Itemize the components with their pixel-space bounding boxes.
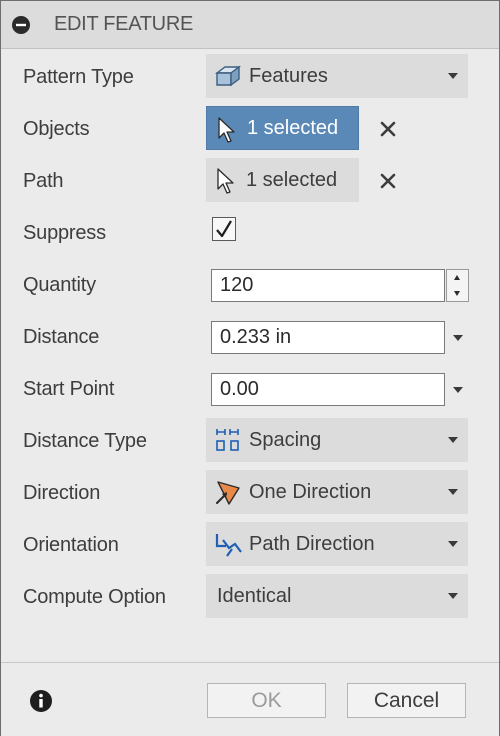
pattern-type-value: Features	[249, 65, 328, 87]
start-point-label: Start Point	[23, 378, 115, 400]
distance-type-label: Distance Type	[23, 430, 147, 452]
row-pattern-type: Pattern Type Features	[1, 51, 499, 103]
compute-option-dropdown[interactable]: Identical	[206, 574, 468, 618]
path-selection-button[interactable]: 1 selected	[206, 158, 359, 202]
row-compute-option: Compute Option Identical	[1, 571, 499, 623]
path-label: Path	[23, 170, 64, 192]
row-direction: Direction One Direction	[1, 467, 499, 519]
suppress-label: Suppress	[23, 222, 106, 244]
row-distance: Distance 0.233 in	[1, 311, 499, 363]
start-point-input[interactable]: 0.00	[211, 373, 445, 406]
checkmark-icon	[216, 220, 232, 238]
row-quantity: Quantity 120	[1, 259, 499, 311]
path-direction-icon	[215, 534, 242, 557]
row-objects: Objects 1 selected	[1, 103, 499, 155]
one-direction-icon	[216, 481, 240, 505]
dialog-title: EDIT FEATURE	[54, 13, 194, 35]
row-start-point: Start Point 0.00	[1, 363, 499, 415]
collapse-icon[interactable]	[12, 16, 30, 34]
objects-selection-button[interactable]: 1 selected	[206, 106, 359, 150]
objects-label: Objects	[23, 118, 90, 140]
distance-value: 0.233 in	[220, 326, 292, 348]
start-point-dropdown-chevron-down-icon[interactable]	[453, 387, 463, 393]
suppress-checkbox[interactable]	[212, 217, 236, 241]
dialog-footer: OK Cancel	[1, 662, 499, 736]
distance-label: Distance	[23, 326, 100, 348]
chevron-down-icon	[448, 437, 458, 443]
orientation-label: Orientation	[23, 534, 119, 556]
stepper-up-icon[interactable]	[454, 275, 460, 280]
stepper-down-icon[interactable]	[454, 291, 460, 296]
distance-type-value: Spacing	[249, 429, 322, 451]
distance-input[interactable]: 0.233 in	[211, 321, 445, 354]
spacing-icon	[216, 429, 239, 451]
pattern-type-dropdown[interactable]: Features	[206, 54, 468, 98]
objects-selection-value: 1 selected	[247, 117, 339, 139]
edit-feature-dialog: EDIT FEATURE Pattern Type Features Objec…	[0, 0, 500, 736]
quantity-input[interactable]: 120	[211, 269, 445, 302]
row-orientation: Orientation Path Direction	[1, 519, 499, 571]
box-feature-icon	[214, 65, 242, 87]
distance-type-dropdown[interactable]: Spacing	[206, 418, 468, 462]
clear-objects-x-icon[interactable]	[379, 120, 397, 138]
row-path: Path 1 selected	[1, 155, 499, 207]
dialog-titlebar: EDIT FEATURE	[1, 1, 499, 49]
path-selection-value: 1 selected	[246, 169, 338, 191]
start-point-value: 0.00	[220, 378, 259, 400]
quantity-value: 120	[220, 274, 254, 296]
direction-value: One Direction	[249, 481, 372, 503]
clear-path-x-icon[interactable]	[379, 172, 397, 190]
cancel-button[interactable]: Cancel	[347, 683, 466, 718]
compute-option-value: Identical	[217, 585, 292, 607]
distance-dropdown-chevron-down-icon[interactable]	[453, 335, 463, 341]
pattern-type-label: Pattern Type	[23, 66, 134, 88]
chevron-down-icon	[448, 73, 458, 79]
quantity-stepper[interactable]	[446, 269, 469, 302]
cursor-select-icon	[218, 117, 235, 143]
dialog-body: Pattern Type Features Objects 1 selected	[1, 49, 499, 661]
quantity-label: Quantity	[23, 274, 96, 296]
row-suppress: Suppress	[1, 207, 499, 259]
compute-option-label: Compute Option	[23, 586, 166, 608]
direction-label: Direction	[23, 482, 101, 504]
direction-dropdown[interactable]: One Direction	[206, 470, 468, 514]
ok-button[interactable]: OK	[207, 683, 326, 718]
row-distance-type: Distance Type Spacing	[1, 415, 499, 467]
info-icon[interactable]	[30, 690, 52, 712]
chevron-down-icon	[448, 489, 458, 495]
cursor-select-icon	[217, 168, 234, 194]
orientation-dropdown[interactable]: Path Direction	[206, 522, 468, 566]
chevron-down-icon	[448, 593, 458, 599]
orientation-value: Path Direction	[249, 533, 375, 555]
chevron-down-icon	[448, 541, 458, 547]
